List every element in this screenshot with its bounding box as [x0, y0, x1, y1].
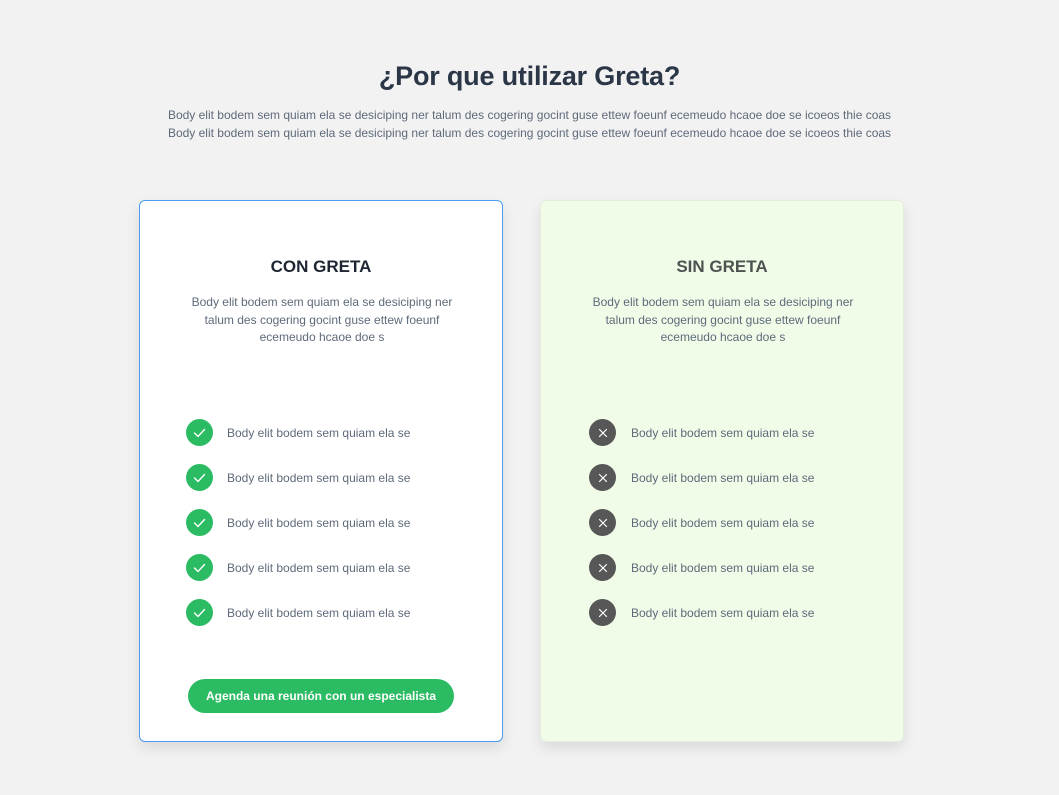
cross-circle-icon [589, 554, 616, 581]
feature-item: Body elit bodem sem quiam ela se [589, 554, 814, 581]
schedule-meeting-button[interactable]: Agenda una reunión con un especialista [188, 679, 454, 713]
check-circle-icon [186, 419, 213, 446]
check-circle-icon [186, 554, 213, 581]
cross-circle-icon [589, 599, 616, 626]
feature-item: Body elit bodem sem quiam ela se [186, 599, 410, 626]
without-greta-title: SIN GRETA [676, 257, 768, 276]
with-greta-card: CON GRETA Body elit bodem sem quiam ela … [139, 200, 503, 742]
feature-text: Body elit bodem sem quiam ela se [227, 605, 411, 620]
feature-text: Body elit bodem sem quiam ela se [227, 560, 411, 575]
feature-item: Body elit bodem sem quiam ela se [589, 419, 814, 446]
check-circle-icon [186, 464, 213, 491]
with-greta-title: CON GRETA [270, 257, 372, 276]
with-greta-description: Body elit bodem sem quiam ela se desicip… [191, 295, 453, 344]
feature-text: Body elit bodem sem quiam ela se [631, 560, 815, 575]
cross-circle-icon [589, 419, 616, 446]
feature-item: Body elit bodem sem quiam ela se [186, 554, 410, 581]
feature-item: Body elit bodem sem quiam ela se [186, 419, 410, 446]
feature-text: Body elit bodem sem quiam ela se [227, 425, 411, 440]
without-greta-feature-list: Body elit bodem sem quiam ela se Body el… [589, 419, 814, 644]
intro-text: Body elit bodem sem quiam ela se desicip… [130, 107, 930, 142]
intro-line: Body elit bodem sem quiam ela se desicip… [167, 125, 892, 140]
feature-text: Body elit bodem sem quiam ela se [631, 515, 815, 530]
feature-item: Body elit bodem sem quiam ela se [186, 464, 410, 491]
feature-item: Body elit bodem sem quiam ela se [589, 599, 814, 626]
without-greta-description: Body elit bodem sem quiam ela se desicip… [592, 295, 854, 344]
without-greta-card: SIN GRETA Body elit bodem sem quiam ela … [540, 200, 904, 742]
check-circle-icon [186, 509, 213, 536]
cross-circle-icon [589, 509, 616, 536]
feature-item: Body elit bodem sem quiam ela se [589, 509, 814, 536]
intro-line: Body elit bodem sem quiam ela se desicip… [167, 108, 892, 122]
feature-item: Body elit bodem sem quiam ela se [589, 464, 814, 491]
feature-text: Body elit bodem sem quiam ela se [631, 470, 815, 485]
feature-text: Body elit bodem sem quiam ela se [631, 605, 815, 620]
check-circle-icon [186, 599, 213, 626]
feature-text: Body elit bodem sem quiam ela se [227, 470, 411, 485]
feature-text: Body elit bodem sem quiam ela se [631, 425, 815, 440]
page-title: ¿Por que utilizar Greta? [378, 61, 681, 91]
with-greta-feature-list: Body elit bodem sem quiam ela se Body el… [186, 419, 410, 644]
feature-item: Body elit bodem sem quiam ela se [186, 509, 410, 536]
feature-text: Body elit bodem sem quiam ela se [227, 515, 411, 530]
section-header: ¿Por que utilizar Greta? Body elit bodem… [0, 56, 1059, 142]
cross-circle-icon [589, 464, 616, 491]
